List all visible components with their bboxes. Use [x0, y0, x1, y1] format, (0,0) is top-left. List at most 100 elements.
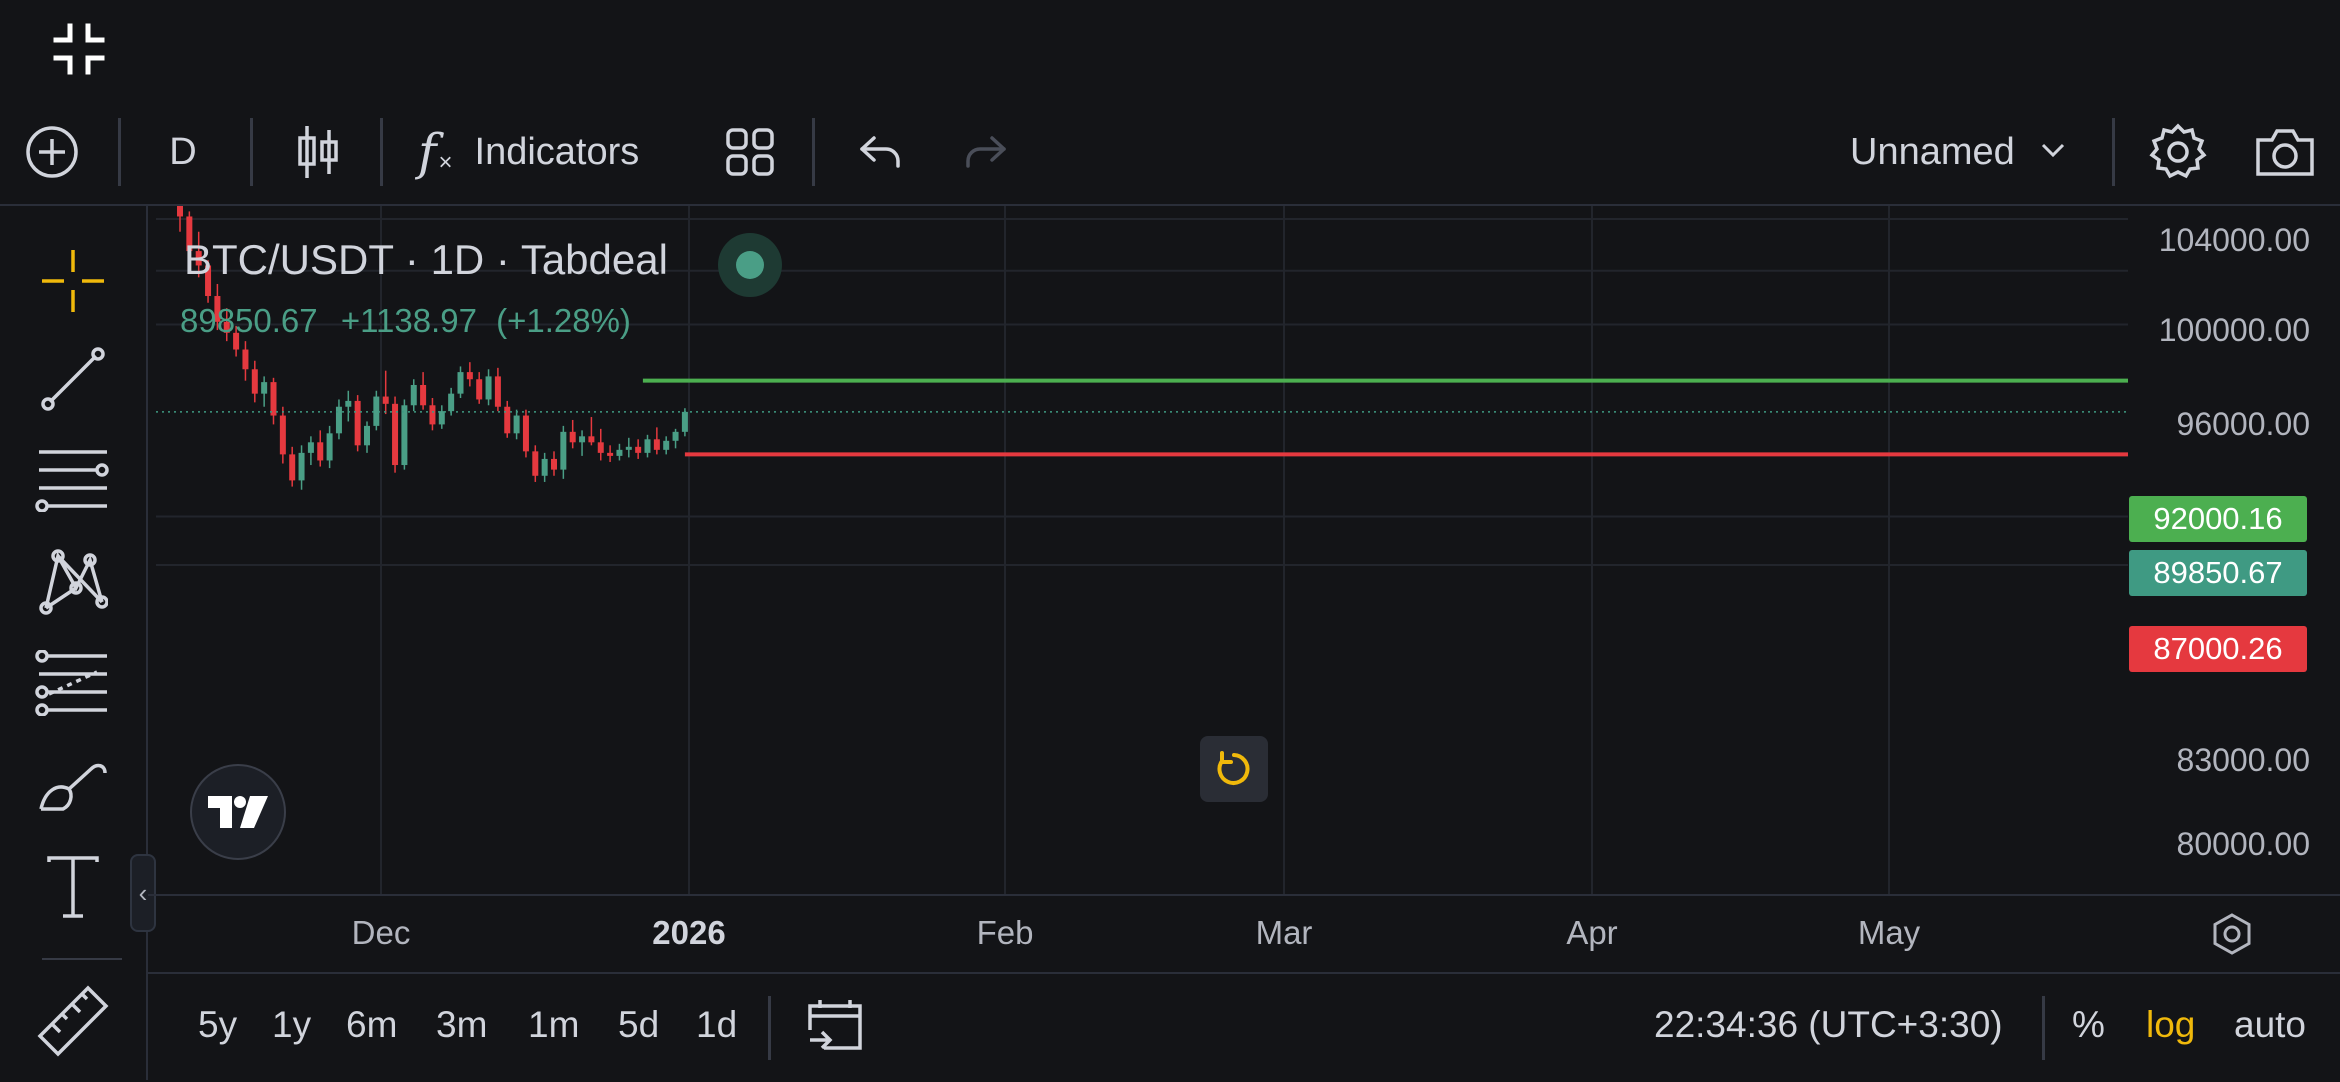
time-axis-label: May	[1857, 914, 1921, 951]
lower-line-price-tag[interactable]: 87000.26	[2129, 626, 2307, 672]
trend-line-icon[interactable]	[28, 334, 118, 424]
candle-body	[289, 454, 296, 481]
percent-scale-toggle[interactable]: %	[2072, 1004, 2105, 1046]
candle-body	[242, 349, 249, 370]
toolbar-divider	[250, 118, 253, 186]
candle-body	[438, 411, 445, 425]
layout-name-dropdown[interactable]: Unnamed	[1850, 100, 2090, 204]
undo-icon[interactable]	[852, 100, 908, 204]
candle-body	[625, 446, 632, 450]
settings-gear-icon[interactable]	[2146, 100, 2210, 204]
candle-body	[298, 452, 305, 481]
reset-chart-button[interactable]	[1200, 736, 1268, 802]
time-axis[interactable]: Dec 2026 Feb Mar Apr May	[148, 894, 2340, 974]
candle-body	[672, 431, 679, 441]
candle-body	[635, 446, 642, 453]
range-1m[interactable]: 1m	[528, 1004, 579, 1046]
range-5y[interactable]: 5y	[198, 1004, 237, 1046]
candle-body	[345, 400, 352, 407]
toolbar-divider	[812, 118, 815, 186]
camera-snapshot-icon[interactable]	[2252, 100, 2318, 204]
candle-body	[354, 400, 361, 446]
candle-body	[597, 442, 604, 453]
range-3m[interactable]: 3m	[436, 1004, 487, 1046]
time-axis-label: 2026	[652, 914, 726, 951]
candle-body	[607, 452, 614, 456]
top-bar	[0, 0, 2340, 100]
bottom-divider	[768, 996, 771, 1060]
candle-body	[653, 439, 660, 450]
candle-body	[251, 369, 258, 394]
indicators-label: Indicators	[474, 130, 640, 173]
tools-divider	[42, 958, 122, 960]
price-axis-label: 96000.00	[2176, 406, 2310, 442]
range-1d[interactable]: 1d	[696, 1004, 737, 1046]
legend-values: 89850.67 +1138.97 (+1.28%)	[180, 302, 645, 340]
candle-body	[279, 415, 286, 455]
candle-body	[532, 451, 539, 476]
candle-body	[382, 396, 389, 404]
indicators-button[interactable]: f × Indicators	[418, 100, 678, 204]
ruler-measure-icon[interactable]	[28, 976, 118, 1066]
price-axis-label: 83000.00	[2176, 742, 2310, 778]
candle-body	[364, 425, 370, 446]
candle-body	[420, 384, 427, 406]
horizontal-lines-icon[interactable]	[28, 434, 118, 524]
candle-body	[569, 431, 576, 443]
market-status-indicator[interactable]	[718, 233, 782, 297]
exit-fullscreen-icon[interactable]	[52, 22, 106, 76]
candle-body	[261, 382, 268, 394]
time-axis-label: Apr	[1566, 914, 1618, 951]
fibonacci-tool-icon[interactable]	[28, 638, 118, 728]
redo-icon[interactable]	[958, 100, 1014, 204]
price-axis-label: 104000.00	[2158, 222, 2310, 258]
symbol-legend-title[interactable]: BTC/USDT · 1D · Tabdeal	[184, 236, 668, 284]
tradingview-logo[interactable]	[190, 764, 286, 860]
brush-tool-icon[interactable]	[28, 740, 118, 830]
auto-scale-toggle[interactable]: auto	[2234, 1004, 2306, 1046]
axis-settings-icon[interactable]	[2210, 912, 2254, 961]
reset-icon	[1217, 751, 1250, 785]
candle-body	[317, 442, 324, 461]
candle-body	[681, 411, 688, 432]
layout-grid-icon[interactable]	[718, 100, 782, 204]
legend-change-percent: (+1.28%)	[496, 302, 631, 339]
text-tool-icon[interactable]	[28, 842, 118, 932]
bottom-bar: 5y 1y 6m 3m 1m 5d 1d 22:34:36 (UTC+3:30)…	[148, 972, 2340, 1082]
legend-last-price: 89850.67	[180, 302, 318, 339]
candle-body	[335, 406, 342, 434]
candlestick-chart-type-icon[interactable]	[284, 100, 354, 204]
candle-body	[326, 433, 333, 461]
go-to-date-calendar-icon[interactable]	[806, 996, 864, 1059]
candle-body	[616, 449, 623, 456]
candle-body	[504, 406, 511, 434]
time-axis-label: Mar	[1255, 914, 1313, 951]
candle-body	[307, 442, 314, 453]
price-axis-label: 100000.00	[2158, 312, 2310, 348]
range-5d[interactable]: 5d	[618, 1004, 659, 1046]
pattern-tool-icon[interactable]	[28, 536, 118, 626]
candle-body	[541, 458, 548, 476]
candle-body	[410, 384, 417, 406]
candle-body	[522, 415, 529, 452]
clock-timezone[interactable]: 22:34:36 (UTC+3:30)	[1654, 1004, 2003, 1046]
function-x-icon: ×	[438, 149, 453, 176]
price-axis-label: 80000.00	[2176, 826, 2310, 862]
candle-body	[429, 405, 436, 425]
crosshair-icon[interactable]	[28, 236, 118, 326]
bottom-divider	[2042, 996, 2045, 1060]
drawing-tools-panel	[0, 206, 148, 1080]
candle-body	[485, 376, 492, 400]
range-1y[interactable]: 1y	[272, 1004, 311, 1046]
candle-body	[476, 379, 483, 400]
legend-change: +1138.97	[340, 302, 477, 339]
range-6m[interactable]: 6m	[346, 1004, 397, 1046]
candle-body	[513, 415, 520, 434]
add-symbol-icon[interactable]	[20, 100, 84, 204]
candle-body	[270, 382, 277, 416]
log-scale-toggle[interactable]: log	[2146, 1004, 2195, 1046]
interval-button[interactable]: D	[150, 100, 216, 204]
upper-line-price-tag[interactable]: 92000.16	[2129, 496, 2307, 542]
market-open-dot	[736, 251, 764, 279]
toolbar-divider	[380, 118, 383, 186]
